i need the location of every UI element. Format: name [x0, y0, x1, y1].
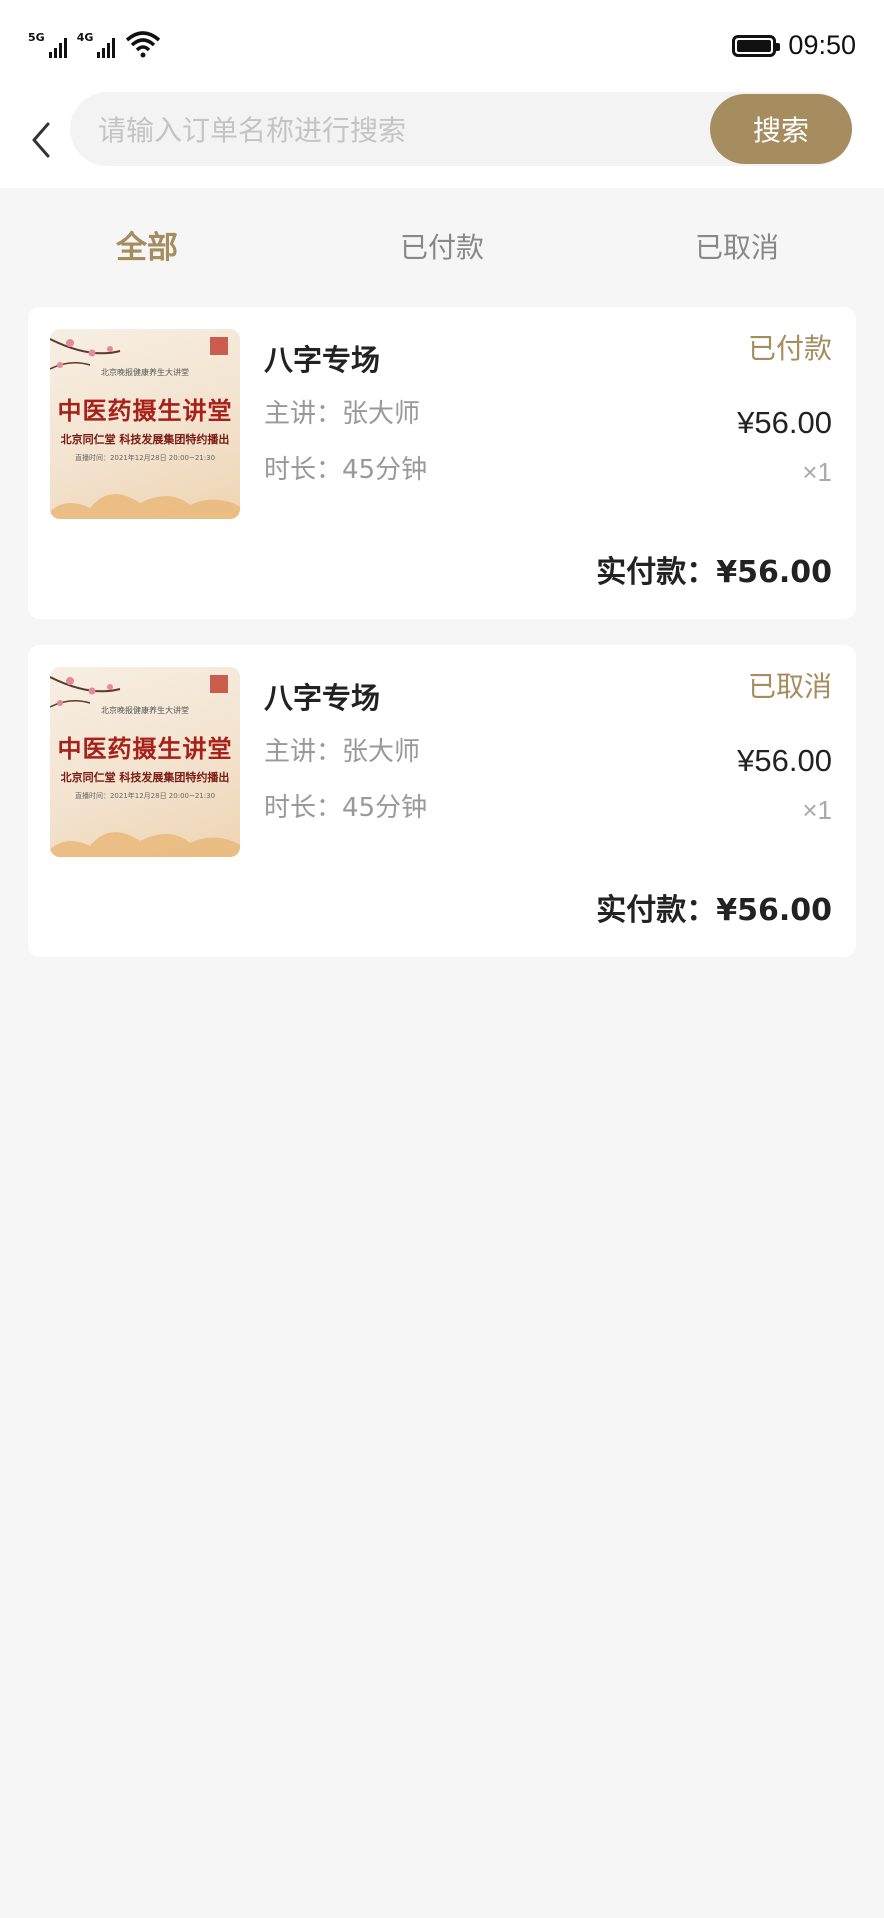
course-title: 八字专场: [264, 343, 381, 377]
signal-icon: 4G: [77, 31, 116, 58]
poster-title: 中医药摄生讲堂: [57, 396, 233, 425]
course-poster: 北京晚报健康养生大讲堂 中医药摄生讲堂 北京同仁堂 科技发展集团特约播出 直播时…: [50, 329, 240, 519]
status-right: 09:50: [732, 30, 856, 61]
poster-subtitle: 北京晚报健康养生大讲堂: [101, 368, 189, 377]
unit-price: ¥56.00: [737, 405, 832, 440]
tab-paid[interactable]: 已付款: [295, 212, 589, 284]
paid-amount: 实付款：¥56.00: [596, 893, 832, 928]
tab-all[interactable]: 全部: [0, 212, 294, 284]
search-box: 搜索: [70, 92, 852, 168]
wifi-icon: [126, 31, 161, 58]
lecturer: 主讲：张大师: [264, 399, 421, 429]
search-input[interactable]: [96, 92, 680, 168]
poster-sponsor: 北京同仁堂 科技发展集团特约播出: [60, 433, 230, 446]
signal-type-label: 4G: [76, 31, 94, 44]
signal-type-label: 5G: [28, 31, 45, 44]
course-title: 八字专场: [264, 681, 381, 715]
quantity: ×1: [802, 795, 832, 825]
signal-icon: 5G: [28, 31, 67, 58]
tab-cancelled[interactable]: 已取消: [590, 212, 884, 284]
poster-time: 直播时间：2021年12月28日 20:00~21:30: [74, 454, 216, 462]
order-status: 已付款: [747, 332, 832, 365]
poster-time: 直播时间：2021年12月28日 20:00~21:30: [74, 792, 216, 800]
lecturer: 主讲：张大师: [264, 737, 421, 767]
search-button[interactable]: 搜索: [710, 94, 852, 164]
order-tabs: 全部 已付款 已取消: [0, 212, 884, 284]
battery-icon: [732, 34, 781, 57]
order-status: 已取消: [747, 670, 832, 703]
cloud-decoration-icon: [50, 832, 240, 857]
quantity: ×1: [802, 457, 832, 487]
clock: 09:50: [788, 30, 856, 60]
search-header: 搜索: [0, 92, 884, 188]
poster-sponsor: 北京同仁堂 科技发展集团特约播出: [60, 771, 230, 784]
paid-amount: 实付款：¥56.00: [596, 555, 832, 590]
poster-subtitle: 北京晚报健康养生大讲堂: [101, 706, 189, 715]
course-poster: 北京晚报健康养生大讲堂 中医药摄生讲堂 北京同仁堂 科技发展集团特约播出 直播时…: [50, 667, 240, 857]
duration: 时长：45分钟: [264, 793, 428, 823]
unit-price: ¥56.00: [737, 743, 832, 778]
order-card[interactable]: 北京晚报健康养生大讲堂 中医药摄生讲堂 北京同仁堂 科技发展集团特约播出 直播时…: [28, 307, 856, 619]
cloud-decoration-icon: [50, 494, 240, 519]
duration: 时长：45分钟: [264, 455, 428, 485]
status-bar: 5G 4G 09:50: [0, 0, 884, 92]
chevron-left-icon[interactable]: [24, 112, 60, 168]
poster-title: 中医药摄生讲堂: [57, 734, 233, 763]
status-left: 5G 4G: [28, 30, 161, 58]
order-card[interactable]: 北京晚报健康养生大讲堂 中医药摄生讲堂 北京同仁堂 科技发展集团特约播出 直播时…: [28, 645, 856, 957]
